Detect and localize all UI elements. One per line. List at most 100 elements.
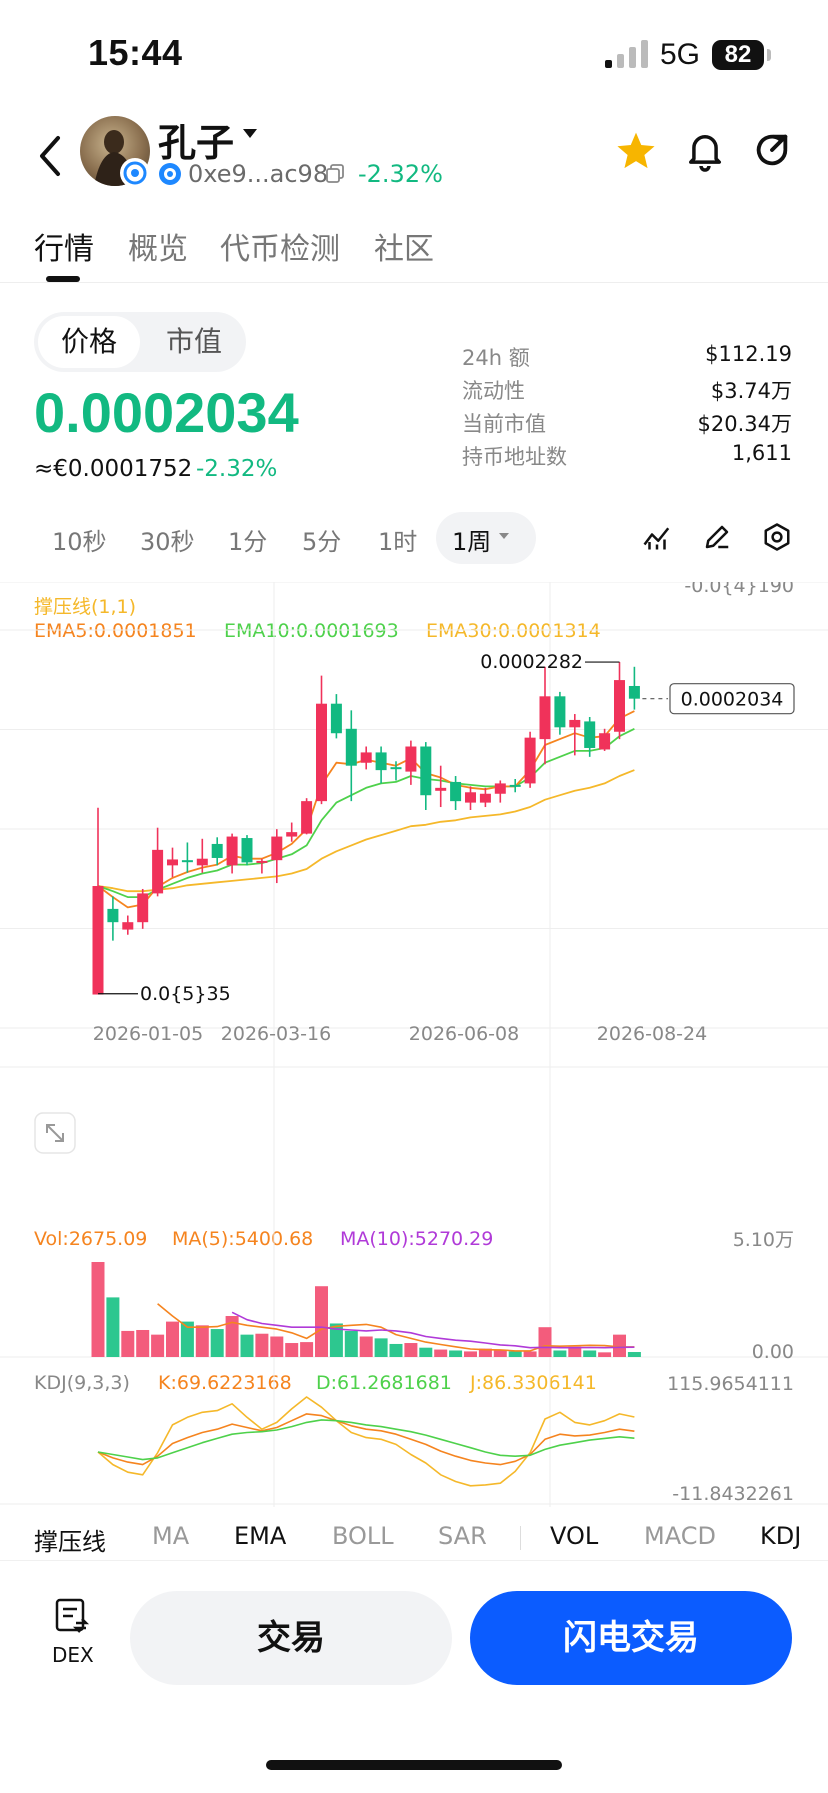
volume-bar (523, 1351, 537, 1357)
kdj-d-line (97, 1419, 635, 1461)
kdj-tick-label: -11.8432261 (672, 1483, 794, 1505)
ind-tab-kdj[interactable]: KDJ (760, 1522, 801, 1550)
candle-body (107, 908, 119, 923)
interval-1h[interactable]: 1时 (378, 522, 417, 557)
bottom-action-bar: DEX 交易 闪电交易 (0, 1560, 828, 1793)
share-icon[interactable] (752, 130, 792, 170)
battery-cap (767, 49, 771, 61)
chain-icon (159, 163, 181, 185)
ind-tab-macd[interactable]: MACD (644, 1522, 716, 1550)
dex-label[interactable]: DEX (52, 1643, 94, 1667)
candle-body (241, 838, 253, 863)
volume-bar (553, 1350, 567, 1357)
candle-body (256, 860, 268, 863)
volume-bar (449, 1350, 463, 1357)
date-tick-label: 2026-03-16 (221, 1023, 331, 1045)
trade-button[interactable]: 交易 (130, 1591, 452, 1685)
vol-tick-label: 0.00 (752, 1341, 794, 1363)
stat-value-volume: $112.19 (705, 342, 792, 366)
ind-tab-ema[interactable]: EMA (234, 1522, 286, 1550)
volume-bar (627, 1352, 641, 1357)
candle-body (465, 792, 476, 803)
tab-underline (46, 276, 80, 282)
dropdown-caret-icon[interactable] (242, 128, 258, 140)
dex-icon[interactable] (54, 1597, 90, 1637)
high-price-label: 0.0002282 (480, 651, 583, 673)
chain-badge-icon (120, 158, 150, 188)
volume-bar (285, 1343, 299, 1357)
volume-bar (240, 1334, 254, 1357)
volume-bar (374, 1338, 388, 1357)
candle-body (301, 801, 313, 834)
interval-30s[interactable]: 30秒 (140, 522, 195, 557)
volume-bar (121, 1330, 135, 1357)
interval-1w[interactable]: 1周 (452, 522, 491, 557)
volume-bar (300, 1342, 314, 1357)
volume-bar (210, 1329, 224, 1357)
vol-tick-label: 5.10万 (733, 1229, 794, 1251)
indicator-icon[interactable] (642, 522, 672, 552)
volume-bar (493, 1350, 507, 1357)
volume-bar (151, 1334, 165, 1357)
interval-10s[interactable]: 10秒 (52, 522, 107, 557)
candle-body (316, 703, 327, 802)
interval-5m[interactable]: 5分 (302, 522, 341, 557)
stat-value-market-cap: $20.34万 (697, 412, 792, 436)
volume-bar (106, 1297, 120, 1357)
volume-bar (136, 1329, 150, 1357)
candle-body (450, 781, 462, 802)
price-mcap-toggle: 价格 市值 (34, 312, 246, 372)
candle-body (152, 849, 164, 894)
stat-label-liquidity: 流动性 (462, 379, 525, 403)
kline-chart[interactable]: 0.00025060.00018320.00011580.0{4}484-0.0… (0, 582, 828, 1512)
tab-market[interactable]: 行情 (34, 224, 94, 268)
stat-value-holders: 1,611 (731, 441, 792, 465)
volume-bar (359, 1336, 373, 1357)
candle-body (211, 843, 223, 858)
main-tabs: 行情 概览 代币检测 社区 (0, 210, 828, 283)
tab-community[interactable]: 社区 (374, 224, 434, 268)
volume-bar (404, 1343, 418, 1357)
candle-body (167, 859, 178, 866)
token-address: 0xe9...ac98 (188, 160, 329, 188)
interval-1m[interactable]: 1分 (228, 522, 267, 557)
candle-body (539, 696, 551, 740)
bell-icon[interactable] (686, 130, 724, 172)
candle-body (92, 886, 104, 995)
candle-body (584, 721, 596, 748)
tab-token-check[interactable]: 代币检测 (220, 224, 340, 268)
signal-icon (605, 40, 648, 68)
price-eur: ≈€0.0001752 (34, 456, 193, 482)
toggle-market-cap[interactable]: 市值 (146, 316, 242, 368)
ind-tab-vol[interactable]: VOL (550, 1522, 598, 1550)
volume-bar (255, 1333, 269, 1357)
draw-pencil-icon[interactable] (702, 522, 732, 552)
candle-body (137, 893, 149, 923)
ind-tab-support-resistance[interactable]: 撑压线 (34, 1522, 106, 1557)
flash-trade-button[interactable]: 闪电交易 (470, 1591, 792, 1685)
header-price-change: -2.32% (358, 160, 443, 188)
volume-bar (315, 1286, 328, 1357)
ind-tab-sar[interactable]: SAR (438, 1522, 487, 1550)
settings-hex-icon[interactable] (762, 522, 792, 552)
candle-body (271, 836, 283, 861)
ind-tab-boll[interactable]: BOLL (332, 1522, 394, 1550)
candle-body (345, 728, 357, 766)
candle-body (569, 719, 581, 728)
network-label: 5G (660, 38, 701, 71)
ind-tab-ma[interactable]: MA (152, 1522, 189, 1550)
copy-icon[interactable] (326, 164, 344, 184)
candle-body (524, 737, 536, 784)
token-name[interactable]: 孔子 (158, 112, 234, 167)
interval-caret-icon[interactable] (498, 532, 510, 540)
candle-body (181, 860, 193, 863)
favorite-star-icon[interactable] (615, 130, 657, 172)
current-price-tag-text: 0.0002034 (681, 689, 784, 711)
date-tick-label: 2026-06-08 (409, 1023, 519, 1045)
toggle-price[interactable]: 价格 (38, 316, 140, 368)
volume-bar (508, 1351, 522, 1357)
back-arrow-icon[interactable] (34, 132, 68, 180)
volume-bar (270, 1336, 284, 1357)
volume-bar (195, 1325, 209, 1357)
tab-overview[interactable]: 概览 (128, 224, 188, 268)
